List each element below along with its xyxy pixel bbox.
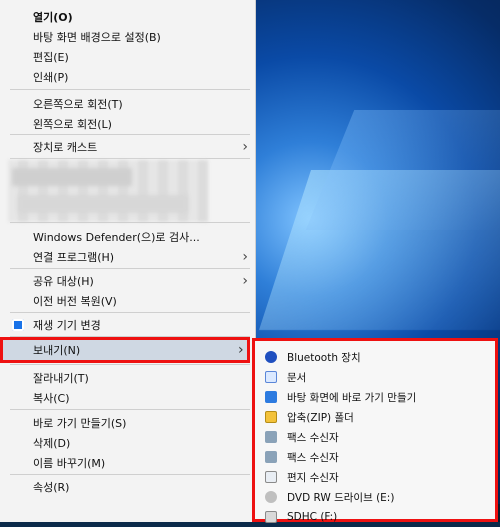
- send-to-item-mail-recipient[interactable]: 편지 수신자: [255, 467, 495, 487]
- dvd-drive-icon: [265, 491, 277, 503]
- menu-item-label: 삭제(D): [33, 437, 71, 450]
- menu-item-label: 인쇄(P): [33, 71, 69, 84]
- menu-item-restore-previous[interactable]: 이전 버전 복원(V): [0, 290, 256, 312]
- menu-item-playback-device[interactable]: 재생 기기 변경: [0, 314, 256, 336]
- send-to-item-label: SDHC (F:): [287, 511, 338, 523]
- menu-item-label: 왼쪽으로 회전(L): [33, 118, 112, 131]
- send-to-item-desktop-shortcut[interactable]: 바탕 화면에 바로 가기 만들기: [255, 387, 495, 407]
- menu-item-print[interactable]: 인쇄(P): [0, 66, 256, 88]
- menu-separator: [10, 222, 250, 223]
- light-beam: [305, 110, 500, 230]
- menu-item-rotate-right[interactable]: 오른쪽으로 회전(T): [0, 93, 256, 115]
- menu-item-label: 보내기(N): [33, 344, 81, 357]
- send-to-item-label: 압축(ZIP) 폴더: [287, 411, 354, 424]
- send-to-item-fax-recipient[interactable]: 팩스 수신자: [255, 447, 495, 467]
- menu-item-set-background[interactable]: 바탕 화면 배경으로 설정(B): [0, 26, 256, 48]
- menu-item-label: 재생 기기 변경: [33, 319, 101, 332]
- menu-item-create-shortcut[interactable]: 바로 가기 만들기(S): [0, 412, 256, 434]
- submenu-arrow-icon: ›: [242, 273, 248, 289]
- menu-item-label: 속성(R): [33, 481, 70, 494]
- menu-item-defender-scan[interactable]: Windows Defender(으)로 검사...: [0, 226, 256, 248]
- send-to-item-label: DVD RW 드라이브 (E:): [287, 491, 395, 504]
- blue-circle-icon: [12, 319, 24, 331]
- menu-separator: [10, 474, 250, 475]
- document-icon: [265, 371, 277, 383]
- send-to-item-sd-card[interactable]: SDHC (F:): [255, 507, 495, 527]
- fax-icon: [265, 431, 277, 443]
- send-to-item-label: 팩스 수신자: [287, 431, 339, 444]
- menu-item-properties[interactable]: 속성(R): [0, 476, 256, 498]
- send-to-item-label: 팩스 수신자: [287, 451, 339, 464]
- menu-item-send-to[interactable]: 보내기(N): [33, 337, 80, 363]
- menu-item-label: 복사(C): [33, 392, 70, 405]
- send-to-item-bluetooth[interactable]: Bluetooth 장치: [255, 347, 495, 367]
- send-to-item-label: 문서: [287, 371, 307, 384]
- menu-item-open-with[interactable]: 연결 프로그램(H) ›: [0, 246, 256, 268]
- send-to-item-fax-recipient[interactable]: 팩스 수신자: [255, 427, 495, 447]
- sd-card-icon: [265, 511, 277, 523]
- desktop-icon: [265, 391, 277, 403]
- menu-item-label: 공유 대상(H): [33, 275, 94, 288]
- menu-separator: [10, 158, 250, 159]
- playback-device-icon: [12, 314, 24, 336]
- menu-item-label: 이전 버전 복원(V): [33, 295, 117, 308]
- send-to-submenu: Bluetooth 장치 문서 바탕 화면에 바로 가기 만들기 압축(ZIP)…: [252, 338, 498, 523]
- zip-folder-icon: [265, 411, 277, 423]
- menu-item-label: 장치로 캐스트: [33, 141, 98, 154]
- menu-item-label: 연결 프로그램(H): [33, 251, 115, 264]
- menu-item-label: 열기(O): [33, 11, 73, 24]
- send-to-item-dvd-drive[interactable]: DVD RW 드라이브 (E:): [255, 487, 495, 507]
- menu-item-edit[interactable]: 편집(E): [0, 46, 256, 68]
- send-to-item-label: Bluetooth 장치: [287, 351, 361, 364]
- submenu-arrow-icon: ›: [242, 139, 248, 155]
- menu-separator: [10, 409, 250, 410]
- send-to-item-label: 편지 수신자: [287, 471, 339, 484]
- menu-item-cast-to-device[interactable]: 장치로 캐스트 ›: [0, 136, 256, 158]
- menu-item-label: 바로 가기 만들기(S): [33, 417, 127, 430]
- menu-separator: [10, 89, 250, 90]
- send-to-item-zip-folder[interactable]: 압축(ZIP) 폴더: [255, 407, 495, 427]
- menu-item-delete[interactable]: 삭제(D): [0, 432, 256, 454]
- menu-item-label: 편집(E): [33, 51, 69, 64]
- menu-item-open[interactable]: 열기(O): [0, 6, 256, 28]
- menu-item-label: Windows Defender(으)로 검사...: [33, 231, 200, 244]
- menu-item-label: 이름 바꾸기(M): [33, 457, 106, 470]
- menu-item-label: 잘라내기(T): [33, 372, 89, 385]
- menu-item-label: 바탕 화면 배경으로 설정(B): [33, 31, 161, 44]
- bluetooth-icon: [265, 351, 277, 363]
- menu-item-label: 오른쪽으로 회전(T): [33, 98, 123, 111]
- blurred-region: [12, 168, 132, 186]
- mail-icon: [265, 471, 277, 483]
- send-to-item-label: 바탕 화면에 바로 가기 만들기: [287, 391, 417, 404]
- menu-item-share-with[interactable]: 공유 대상(H) ›: [0, 270, 256, 292]
- menu-item-rotate-left[interactable]: 왼쪽으로 회전(L): [0, 113, 256, 135]
- blurred-region: [18, 195, 188, 213]
- submenu-arrow-icon: ›: [242, 249, 248, 265]
- send-to-item-documents[interactable]: 문서: [255, 367, 495, 387]
- context-menu: 열기(O) 바탕 화면 배경으로 설정(B) 편집(E) 인쇄(P) 오른쪽으로…: [0, 0, 256, 522]
- menu-item-cut[interactable]: 잘라내기(T): [0, 367, 256, 389]
- menu-separator: [10, 268, 250, 269]
- fax-icon: [265, 451, 277, 463]
- menu-item-rename[interactable]: 이름 바꾸기(M): [0, 452, 256, 474]
- menu-separator: [10, 364, 250, 365]
- menu-separator: [10, 134, 250, 135]
- submenu-arrow-icon: ›: [238, 342, 244, 358]
- menu-separator: [10, 312, 250, 313]
- menu-item-copy[interactable]: 복사(C): [0, 387, 256, 409]
